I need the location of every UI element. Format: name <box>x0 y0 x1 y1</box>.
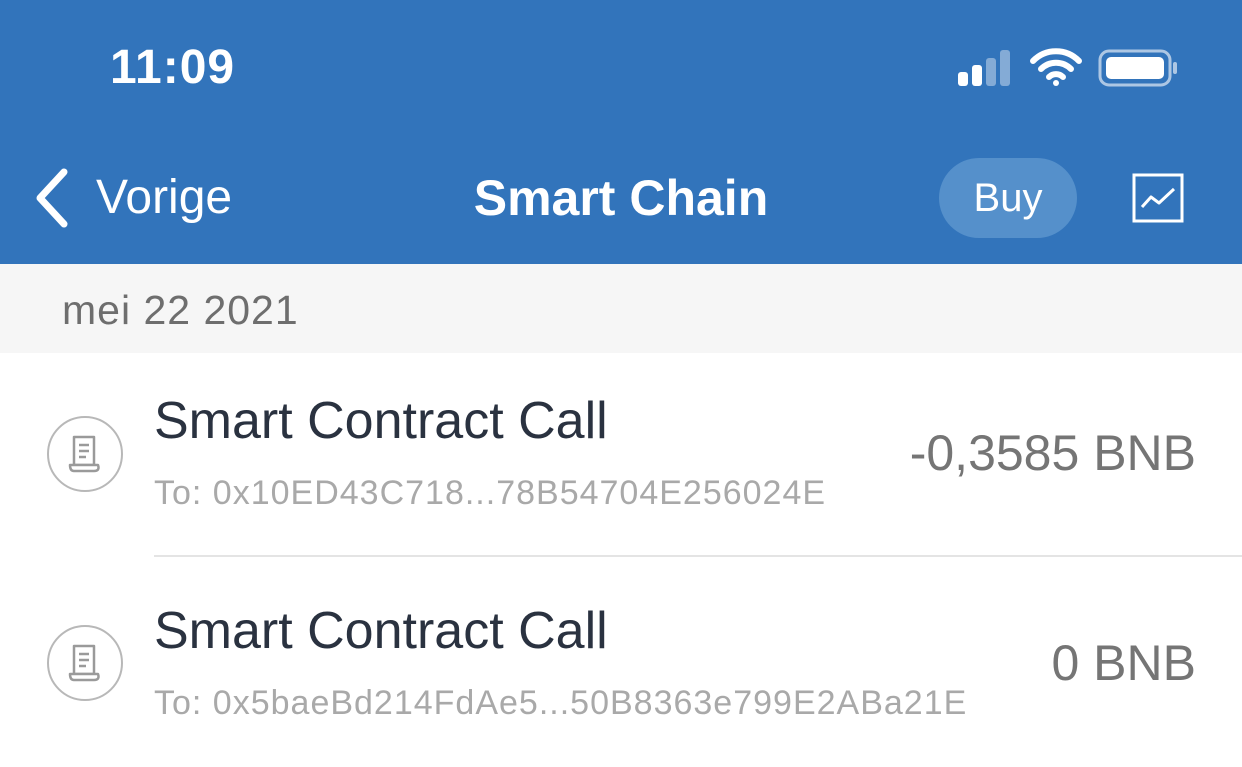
wifi-icon <box>1030 48 1082 86</box>
battery-icon <box>1098 49 1177 87</box>
transaction-row[interactable]: Smart Contract Call To: 0x5baeBd214FdAe5… <box>0 557 1242 767</box>
transaction-row[interactable]: Smart Contract Call To: 0x10ED43C718...7… <box>0 353 1242 563</box>
app-header: 11:09 Vorige Smart Chain Buy <box>0 0 1242 264</box>
section-date: mei 22 2021 <box>62 287 299 333</box>
receipt-icon <box>47 625 123 701</box>
transaction-recipient: To: 0x5baeBd214FdAe5...50B8363e799E2ABa2… <box>154 684 968 722</box>
transaction-amount: -0,3585 BNB <box>909 425 1196 481</box>
receipt-icon <box>47 416 123 492</box>
buy-button[interactable]: Buy <box>939 158 1077 238</box>
transaction-title: Smart Contract Call <box>154 602 608 660</box>
buy-label: Buy <box>973 175 1043 220</box>
price-chart-icon[interactable] <box>1132 173 1184 223</box>
transaction-amount: 0 BNB <box>1051 635 1196 691</box>
date-section-header: mei 22 2021 <box>0 264 1242 353</box>
transaction-recipient: To: 0x10ED43C718...78B54704E256024E <box>154 474 827 512</box>
cellular-signal-icon <box>958 50 1010 86</box>
status-time: 11:09 <box>110 41 236 94</box>
transaction-title: Smart Contract Call <box>154 392 608 450</box>
